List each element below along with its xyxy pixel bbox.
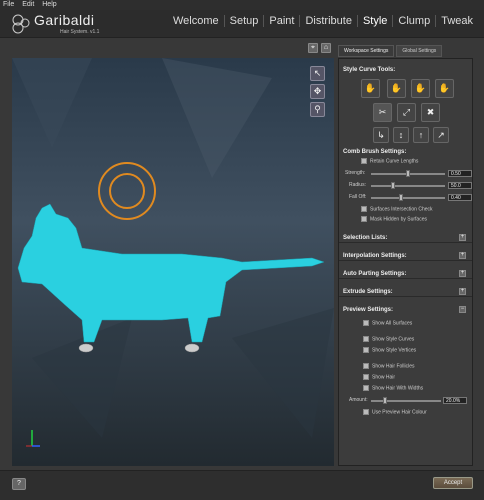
brush-cursor (98, 162, 156, 220)
twist-tool-icon[interactable]: ✋ (411, 79, 430, 98)
expand-icon[interactable]: + (459, 234, 466, 241)
nav-tweak[interactable]: Tweak (436, 15, 478, 27)
falloff-slider[interactable] (371, 197, 445, 199)
style-curve-tools-title: Style Curve Tools: (343, 67, 396, 73)
nav-welcome[interactable]: Welcome (168, 15, 225, 27)
auto-parting-section[interactable]: Auto Parting Settings: + (339, 267, 472, 279)
straighten-curve-icon[interactable]: ↑ (413, 127, 429, 143)
settings-panel: Style Curve Tools: ✋ ✋ ✋ ✋ ✂ ⤢ ✖ ↳ ↕ ↑ ↗… (338, 58, 473, 466)
target-icon[interactable]: ⌖ (308, 43, 318, 53)
falloff-slider-knob[interactable] (398, 194, 403, 201)
show-style-vertices-row[interactable]: Show Style Vertices (363, 347, 416, 353)
show-all-surfaces-row[interactable]: Show All Surfaces (363, 320, 412, 326)
zoom-tool-icon[interactable]: ⚲ (310, 102, 325, 117)
show-hair-widths-row[interactable]: Show Hair With Widths (363, 385, 423, 391)
use-preview-colour-checkbox[interactable] (363, 409, 369, 415)
surfaces-intersection-checkbox[interactable] (361, 206, 367, 212)
app-subtitle: Hair System. v1.1 (60, 29, 100, 35)
strength-value[interactable]: 0.50 (448, 170, 472, 177)
show-hair-row[interactable]: Show Hair (363, 374, 395, 380)
viewport-scene (12, 58, 334, 447)
grab-tool-icon[interactable]: ✋ (387, 79, 406, 98)
move-tool-icon[interactable]: ✥ (310, 84, 325, 99)
falloff-label: Fall Off: (349, 194, 367, 200)
app-window: File Edit Help Garibaldi Hair System. v1… (0, 0, 484, 500)
radius-value[interactable]: 50.0 (448, 182, 472, 189)
show-style-curves-row[interactable]: Show Style Curves (363, 336, 414, 342)
selection-lists-section[interactable]: Selection Lists: + (339, 231, 472, 243)
header: Garibaldi Hair System. v1.1 Welcome Setu… (0, 10, 484, 38)
main-nav: Welcome Setup Paint Distribute Style Clu… (168, 15, 478, 27)
radius-label: Radius: (349, 182, 366, 188)
settings-tabs: Workspace Settings Global Settings (338, 45, 444, 57)
radius-slider-knob[interactable] (391, 182, 396, 189)
home-icon[interactable]: ⌂ (321, 43, 331, 53)
delete-curve-icon[interactable]: ↕ (393, 127, 409, 143)
bend-curve-icon[interactable]: ↗ (433, 127, 449, 143)
cut-tool-icon[interactable]: ✂ (373, 103, 392, 122)
use-preview-colour-row[interactable]: Use Preview Hair Colour (363, 409, 427, 415)
expand-icon[interactable]: + (459, 288, 466, 295)
axis-gizmo (26, 430, 40, 447)
radius-slider[interactable] (371, 185, 445, 187)
show-hair-follicles-checkbox[interactable] (363, 363, 369, 369)
add-curve-icon[interactable]: ↳ (373, 127, 389, 143)
show-hair-widths-checkbox[interactable] (363, 385, 369, 391)
falloff-value[interactable]: 0.40 (448, 194, 472, 201)
show-hair-checkbox[interactable] (363, 374, 369, 380)
view-toolbar: ⌖ ⌂ (308, 43, 331, 53)
amount-value[interactable]: 20.0% (443, 397, 467, 404)
nav-clump[interactable]: Clump (393, 15, 437, 27)
show-hair-follicles-row[interactable]: Show Hair Follicles (363, 363, 415, 369)
logo-icon (12, 14, 30, 34)
menu-bar: File Edit Help (0, 0, 484, 10)
expand-icon[interactable]: + (459, 252, 466, 259)
menu-file[interactable]: File (3, 1, 14, 8)
help-button[interactable]: ? (12, 478, 26, 490)
amount-slider-knob[interactable] (383, 397, 387, 404)
nav-distribute[interactable]: Distribute (300, 15, 358, 27)
smooth-tool-icon[interactable]: ✋ (435, 79, 454, 98)
expand-icon[interactable]: + (459, 270, 466, 277)
interpolation-settings-section[interactable]: Interpolation Settings: + (339, 249, 472, 261)
surfaces-intersection-row[interactable]: Surfaces Intersection Check (361, 206, 433, 212)
nav-style[interactable]: Style (358, 15, 394, 27)
tab-workspace-settings[interactable]: Workspace Settings (338, 45, 395, 57)
menu-help[interactable]: Help (42, 1, 56, 8)
extrude-settings-section[interactable]: Extrude Settings: + (339, 285, 472, 297)
nav-setup[interactable]: Setup (225, 15, 265, 27)
app-title: Garibaldi (34, 12, 95, 28)
mask-hidden-checkbox[interactable] (361, 216, 367, 222)
footer-bar (0, 470, 484, 500)
show-style-curves-checkbox[interactable] (363, 336, 369, 342)
strength-label: Strength: (345, 170, 366, 176)
settings-tool-icon[interactable]: ✖ (421, 103, 440, 122)
comb-brush-settings-title: Comb Brush Settings: (343, 149, 407, 155)
menu-edit[interactable]: Edit (22, 1, 34, 8)
mask-hidden-row[interactable]: Mask Hidden by Surfaces (361, 216, 427, 222)
show-all-surfaces-checkbox[interactable] (363, 320, 369, 326)
preview-settings-section[interactable]: Preview Settings: − (339, 303, 472, 315)
viewport-tools: ↖ ✥ ⚲ (310, 66, 328, 117)
retain-curve-lengths-checkbox[interactable] (361, 158, 367, 164)
select-tool-icon[interactable]: ↖ (310, 66, 325, 81)
3d-viewport[interactable] (12, 58, 334, 466)
retain-curve-lengths-row[interactable]: Retain Curve Lengths (361, 158, 418, 164)
tab-global-settings[interactable]: Global Settings (396, 45, 443, 57)
comb-tool-icon[interactable]: ✋ (361, 79, 380, 98)
scale-tool-icon[interactable]: ⤢ (397, 103, 416, 122)
collapse-icon[interactable]: − (459, 306, 466, 313)
nav-paint[interactable]: Paint (264, 15, 301, 27)
accept-button[interactable]: Accept (433, 477, 473, 489)
strength-slider-knob[interactable] (406, 170, 410, 177)
amount-slider[interactable] (371, 400, 441, 402)
show-style-vertices-checkbox[interactable] (363, 347, 369, 353)
amount-label: Amount: (349, 397, 368, 403)
